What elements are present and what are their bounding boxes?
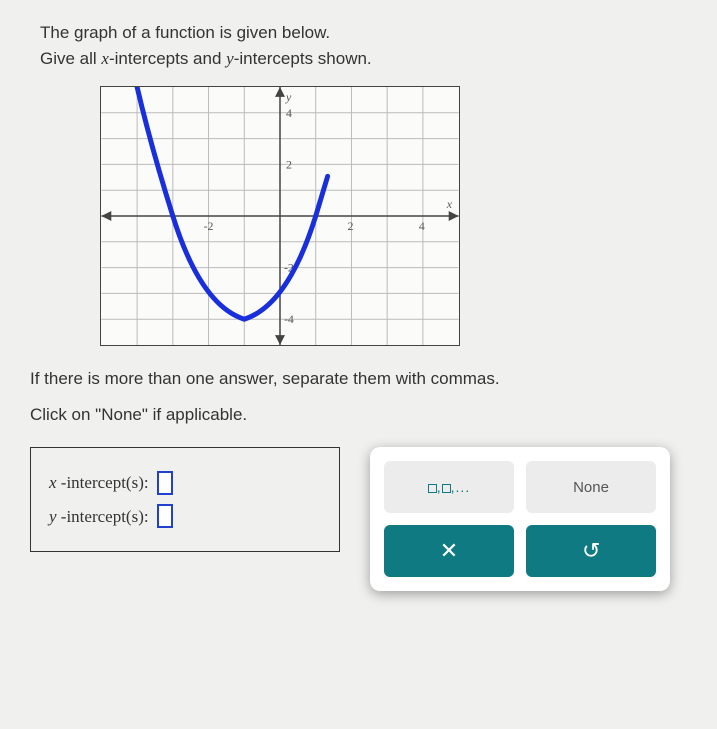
graph-svg: -2 2 4 4 2 -2 -4 x y <box>101 87 459 345</box>
reset-button[interactable]: ↻ <box>526 525 656 577</box>
svg-text:y: y <box>285 90 292 104</box>
svg-text:4: 4 <box>286 106 292 120</box>
curve <box>137 87 328 319</box>
close-icon: ✕ <box>440 538 458 564</box>
tick-labels: -2 2 4 4 2 -2 -4 x y <box>204 90 453 326</box>
svg-text:2: 2 <box>286 157 292 171</box>
x-intercept-line: x -intercept(s): <box>49 470 321 496</box>
var-x: x <box>101 49 109 68</box>
axes <box>101 87 458 345</box>
y-intercept-line: y -intercept(s): <box>49 504 321 530</box>
y-intercept-input[interactable] <box>157 504 173 528</box>
svg-text:x: x <box>446 197 453 211</box>
text: -intercepts and <box>109 49 226 68</box>
x-intercept-input[interactable] <box>157 471 173 495</box>
none-button[interactable]: None <box>526 461 656 513</box>
clear-button[interactable]: ✕ <box>384 525 514 577</box>
label: -intercept(s): <box>57 507 149 526</box>
function-graph: -2 2 4 4 2 -2 -4 x y <box>100 86 460 346</box>
prompt-line-2: Give all x-intercepts and y-intercepts s… <box>40 46 687 72</box>
svg-text:-2: -2 <box>204 219 214 233</box>
var-y: y <box>49 507 57 526</box>
list-format-icon: ,,... <box>428 479 470 495</box>
toolbox: ,,... None ✕ ↻ <box>370 447 670 591</box>
text: -intercepts shown. <box>234 49 372 68</box>
svg-text:4: 4 <box>419 219 425 233</box>
svg-text:2: 2 <box>347 219 353 233</box>
answer-row: x -intercept(s): y -intercept(s): ,,... … <box>30 447 687 591</box>
svg-text:-4: -4 <box>284 312 294 326</box>
var-y: y <box>226 49 234 68</box>
prompt-line-1: The graph of a function is given below. <box>40 20 687 46</box>
undo-icon: ↻ <box>582 538 600 564</box>
answer-box: x -intercept(s): y -intercept(s): <box>30 447 340 552</box>
var-x: x <box>49 473 57 492</box>
label: -intercept(s): <box>57 473 149 492</box>
instruction-1: If there is more than one answer, separa… <box>30 366 687 392</box>
list-format-button[interactable]: ,,... <box>384 461 514 513</box>
instruction-2: Click on "None" if applicable. <box>30 402 687 428</box>
text: Give all <box>40 49 101 68</box>
